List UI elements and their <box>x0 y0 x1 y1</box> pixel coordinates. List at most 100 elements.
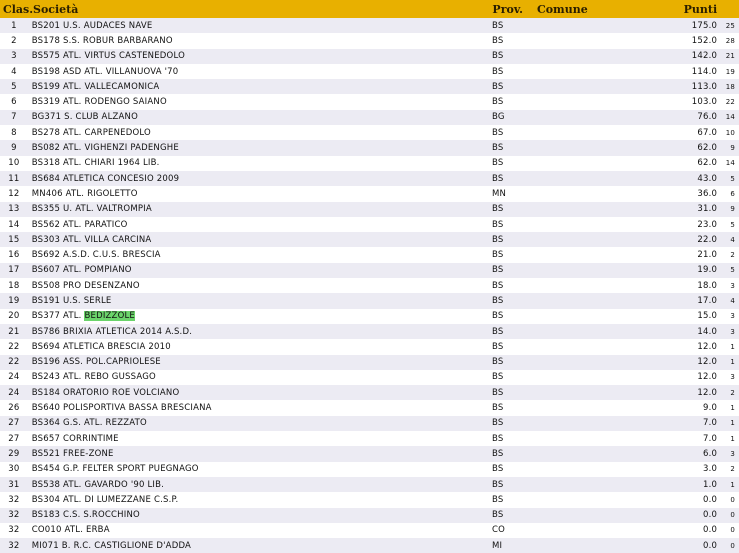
cell-prov: BS <box>492 510 504 521</box>
table-row: 8 BS278 ATL. CARPENEDOLO BS 67.0 10 <box>0 125 739 141</box>
table-row: 20 BS377 ATL. BEDIZZOLE BS 15.0 3 <box>0 308 739 324</box>
table-row: 4 BS198 ASD ATL. VILLANUOVA '70 BS 114.0 19 <box>0 63 739 80</box>
cell-count: 19 <box>725 67 735 76</box>
cell-societa: BS454 G.P. FELTER SPORT PUEGNAGO <box>31 464 199 475</box>
cell-prov: BS <box>492 250 504 261</box>
cell-prov: BS <box>492 311 504 322</box>
cell-societa: BS377 ATL. BEDIZZOLE <box>28 311 490 322</box>
cell-clas: 32 <box>8 494 20 505</box>
cell-count: 0 <box>730 511 735 520</box>
cell-count: 22 <box>725 98 735 107</box>
cell-count: 1 <box>730 342 735 351</box>
cell-punti: 1.0 <box>703 479 718 490</box>
cell-societa: BS318 ATL. CHIARI 1964 LIB. <box>31 158 160 169</box>
cell-punti: 31.0 <box>697 204 718 215</box>
table-row: 18 BS508 PRO DESENZANO BS 18.0 3 <box>0 278 739 294</box>
cell-clas: 4 <box>11 66 17 77</box>
cell-count: 2 <box>730 388 735 397</box>
cell-prov: BS <box>492 51 504 62</box>
cell-prov: BS <box>492 173 504 184</box>
cell-societa: BS304 ATL. DI LUMEZZANE C.S.P. <box>31 494 179 505</box>
cell-punti: 12.0 <box>697 357 718 368</box>
cell-clas: 27 <box>8 433 20 444</box>
cell-prov: BS <box>492 204 504 215</box>
table-row: 14 BS562 ATL. PARATICO BS 23.0 5 <box>0 216 739 233</box>
header-clas: Clas. <box>3 2 34 16</box>
table-row: 17 BS607 ATL. POMPIANO BS 19.0 5 <box>0 262 739 279</box>
cell-clas: 15 <box>8 234 20 245</box>
cell-clas: 32 <box>8 510 20 521</box>
cell-punti: 14.0 <box>697 326 718 337</box>
cell-prov: BS <box>492 280 504 291</box>
cell-clas: 17 <box>8 265 20 276</box>
table-row: 12 MN406 ATL. RIGOLETTO MN 36.0 6 <box>0 186 739 202</box>
table-row: 32 BS183 C.S. S.ROCCHINO BS 0.0 0 <box>0 507 739 523</box>
cell-count: 10 <box>725 128 735 137</box>
cell-punti: 12.0 <box>697 341 718 352</box>
cell-societa: BS657 CORRINTIME <box>31 433 119 444</box>
cell-count: 3 <box>730 327 735 336</box>
cell-count: 2 <box>730 465 735 474</box>
cell-societa: BS319 ATL. RODENGO SAIANO <box>31 97 167 108</box>
table-row: 6 BS319 ATL. RODENGO SAIANO BS 103.0 22 <box>0 94 739 110</box>
cell-count: 1 <box>730 358 735 367</box>
cell-clas: 1 <box>11 20 17 31</box>
table-row: 15 BS303 ATL. VILLA CARCINA BS 22.0 4 <box>0 232 739 248</box>
cell-prov: BS <box>492 66 504 77</box>
cell-societa: BS196 ASS. POL.CAPRIOLESE <box>31 357 161 368</box>
cell-prov: BS <box>492 433 504 444</box>
cell-punti: 15.0 <box>697 311 718 322</box>
cell-societa: BS178 S.S. ROBUR BARBARANO <box>31 35 173 46</box>
cell-clas: 32 <box>8 540 20 551</box>
cell-count: 1 <box>730 434 735 443</box>
table-row: 3 BS575 ATL. VIRTUS CASTENEDOLO BS 142.0 21 <box>0 48 739 64</box>
cell-societa: BS303 ATL. VILLA CARCINA <box>31 234 152 245</box>
cell-societa: BS607 ATL. POMPIANO <box>31 265 132 276</box>
table-row: 30 BS454 G.P. FELTER SPORT PUEGNAGO BS 3.0 2 <box>0 461 739 477</box>
cell-clas: 20 <box>8 311 20 322</box>
cell-count: 14 <box>725 113 735 122</box>
cell-prov: BS <box>492 127 504 138</box>
cell-clas: 11 <box>8 173 20 184</box>
header-prov: Prov. <box>492 2 523 16</box>
cell-punti: 142.0 <box>691 51 718 62</box>
cell-punti: 103.0 <box>691 97 718 108</box>
table-row: 21 BS786 BRIXIA ATLETICA 2014 A.S.D. BS 14.… <box>0 323 739 340</box>
search-highlight: BEDIZZOLE <box>84 311 135 322</box>
cell-count: 28 <box>725 36 735 45</box>
table-row: 11 BS684 ATLETICA CONCESIO 2009 BS 43.0 5 <box>0 170 739 187</box>
cell-clas: 6 <box>11 97 17 108</box>
cell-societa: BS508 PRO DESENZANO <box>31 280 140 291</box>
cell-punti: 17.0 <box>697 295 718 306</box>
cell-punti: 62.0 <box>697 158 718 169</box>
cell-clas: 13 <box>8 204 20 215</box>
table-row: 9 BS082 ATL. VIGHENZI PADENGHE BS 62.0 9 <box>0 140 739 156</box>
cell-punti: 18.0 <box>697 280 718 291</box>
cell-punti: 67.0 <box>697 127 718 138</box>
table-header: Clas. Società Prov. Comune Punti <box>0 0 739 18</box>
table-row: 22 BS694 ATLETICA BRESCIA 2010 BS 12.0 1 <box>0 339 739 355</box>
cell-count: 0 <box>730 495 735 504</box>
cell-punti: 175.0 <box>691 20 718 31</box>
cell-punti: 21.0 <box>697 250 718 261</box>
cell-prov: BS <box>492 234 504 245</box>
cell-societa: BS562 ATL. PARATICO <box>31 219 128 230</box>
cell-societa: BS640 POLISPORTIVA BASSA BRESCIANA <box>31 403 212 414</box>
cell-prov: BS <box>492 326 504 337</box>
cell-punti: 23.0 <box>697 219 718 230</box>
cell-clas: 16 <box>8 250 20 261</box>
cell-count: 1 <box>730 480 735 489</box>
cell-clas: 2 <box>11 35 17 46</box>
table-row: 7 BG371 S. CLUB ALZANO BG 76.0 14 <box>0 109 739 126</box>
table-body: 1 BS201 U.S. AUDACES NAVE BS 175.0 25 2 BS178 … <box>0 18 739 553</box>
header-punti: Punti <box>683 2 718 16</box>
cell-count: 9 <box>730 144 735 153</box>
header-societa: Società <box>33 2 79 16</box>
cell-prov: MN <box>492 188 507 199</box>
cell-count: 14 <box>725 159 735 168</box>
table-row: 32 MI071 B. R.C. CASTIGLIONE D'ADDA MI 0.0 0 <box>0 538 739 553</box>
cell-clas: 10 <box>8 158 20 169</box>
cell-count: 6 <box>730 189 735 198</box>
cell-punti: 62.0 <box>697 143 718 154</box>
cell-count: 3 <box>730 312 735 321</box>
